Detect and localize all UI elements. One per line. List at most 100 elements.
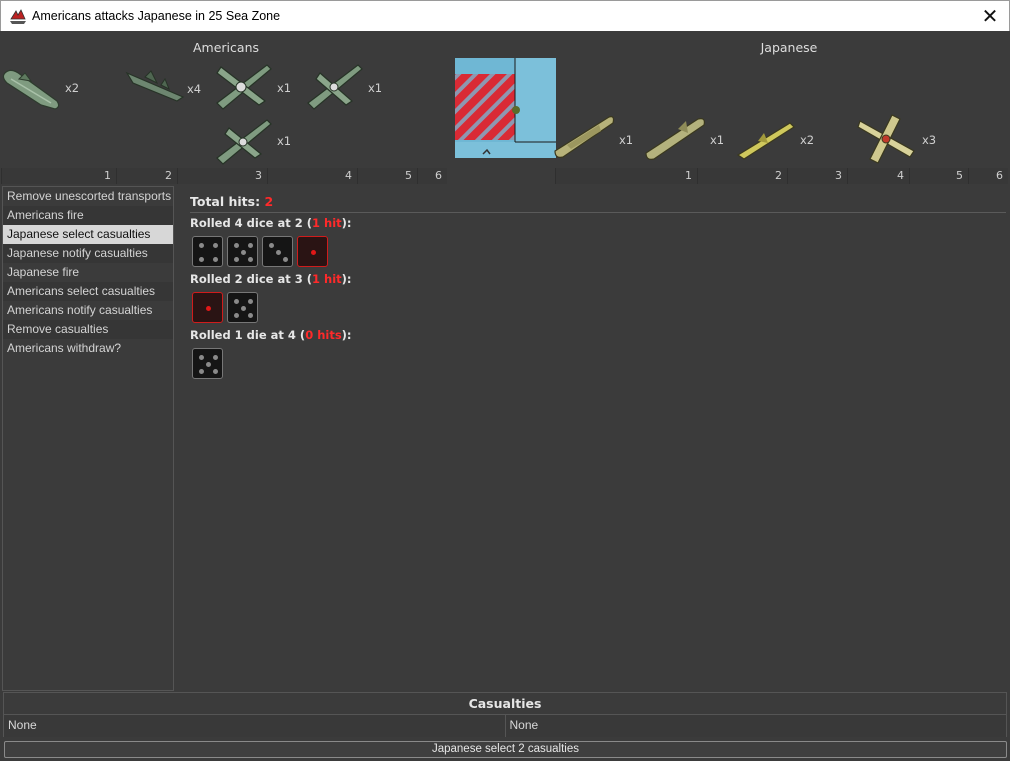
die-face-4 <box>192 236 223 267</box>
die-pip <box>199 243 205 249</box>
die-pip <box>247 243 253 249</box>
step-americans-withdraw[interactable]: Americans withdraw? <box>3 339 173 358</box>
divider <box>190 212 1006 213</box>
battle-steps-list[interactable]: Remove unescorted transports Americans f… <box>2 186 174 691</box>
die-pip <box>247 256 253 262</box>
die-pip <box>212 355 218 361</box>
step-remove-unescorted-transports[interactable]: Remove unescorted transports <box>3 187 173 206</box>
defender-unit-0: x1 <box>553 111 638 165</box>
roll-title: Rolled 4 dice at 2 (1 hit): <box>190 216 352 230</box>
app-icon <box>10 9 26 24</box>
ruler-cell: 6 <box>417 168 447 184</box>
ruler-cell: 5 <box>909 168 968 184</box>
dice-results-panel: Total hits: 2 Rolled 4 dice at 2 (1 hit)… <box>186 194 1006 394</box>
step-americans-fire[interactable]: Americans fire <box>3 206 173 225</box>
dice-row <box>192 236 328 267</box>
die-pip <box>234 312 240 318</box>
close-icon[interactable]: ✕ <box>975 2 1005 31</box>
die-face-1 <box>192 292 223 323</box>
die-pip <box>199 256 205 262</box>
attacker-unit-1: x4 <box>125 63 207 113</box>
unit-count: x2 <box>65 81 80 95</box>
unit-count: x2 <box>800 133 815 147</box>
ruler-cell: 2 <box>697 168 787 184</box>
ruler-cell: 5 <box>357 168 417 184</box>
die-pip <box>234 243 240 249</box>
die-pip <box>212 243 218 249</box>
window-title: Americans attacks Japanese in 25 Sea Zon… <box>32 9 281 23</box>
dice-row <box>192 292 258 323</box>
attacker-unit-0: x2 <box>1 57 81 117</box>
step-japanese-notify-casualties[interactable]: Japanese notify casualties <box>3 244 173 263</box>
destroyer-icon <box>125 70 185 102</box>
unit-count: x3 <box>922 133 937 147</box>
attacker-unit-3: x1 <box>304 59 386 117</box>
step-americans-notify-casualties[interactable]: Americans notify casualties <box>3 301 173 320</box>
die-pip <box>234 256 240 262</box>
die-face-5 <box>227 292 258 323</box>
bomber-icon <box>216 64 272 110</box>
total-hits-label: Total hits: <box>190 194 261 209</box>
die-pip <box>247 312 253 318</box>
step-remove-casualties[interactable]: Remove casualties <box>3 320 173 339</box>
roll-title: Rolled 2 dice at 3 (1 hit): <box>190 272 352 286</box>
die-pip <box>199 355 205 361</box>
die-pip <box>241 250 246 255</box>
die-pip <box>276 250 281 255</box>
defender-dice-ruler: 1 2 3 4 5 6 <box>555 168 1008 184</box>
die-pip <box>269 243 275 249</box>
title-bar: Americans attacks Japanese in 25 Sea Zon… <box>0 0 1010 31</box>
defender-unit-3: x3 <box>856 111 941 167</box>
select-casualties-button[interactable]: Japanese select 2 casualties <box>4 741 1007 758</box>
die-pip <box>241 306 246 311</box>
ruler-cell: 4 <box>847 168 909 184</box>
fighter-icon <box>857 114 915 164</box>
transport-icon <box>554 116 615 158</box>
attacker-unit-2: x1 <box>211 57 296 117</box>
defender-label: Japanese <box>760 40 818 55</box>
total-hits: Total hits: 2 <box>186 194 1006 212</box>
defender-unit-2: x2 <box>736 119 821 165</box>
die-pip <box>206 306 211 311</box>
defender-unit-1: x1 <box>644 111 729 165</box>
ruler-cell: 3 <box>787 168 847 184</box>
unit-count: x1 <box>710 133 725 147</box>
die-pip <box>212 368 218 374</box>
step-americans-select-casualties[interactable]: Americans select casualties <box>3 282 173 301</box>
ruler-cell: 4 <box>267 168 357 184</box>
attacker-dice-ruler: 1 2 3 4 5 6 <box>1 168 447 184</box>
roll-title: Rolled 1 die at 4 (0 hits): <box>190 328 352 342</box>
ruler-cell: 6 <box>968 168 1008 184</box>
die-pip <box>247 299 253 305</box>
fighter-icon <box>307 64 363 110</box>
destroyer-icon <box>736 122 795 160</box>
die-pip <box>282 256 288 262</box>
step-japanese-select-casualties[interactable]: Japanese select casualties <box>3 225 173 244</box>
die-pip <box>212 256 218 262</box>
submarine-icon <box>2 69 60 110</box>
casualties-panel: Casualties None None <box>3 692 1007 737</box>
unit-count: x1 <box>277 81 292 95</box>
attacker-unit-4: x1 <box>213 114 298 168</box>
attacker-label: Americans <box>193 40 259 55</box>
dice-row <box>192 348 223 379</box>
die-face-5 <box>227 236 258 267</box>
submarine-icon <box>645 118 705 160</box>
sea-zone-territory-icon <box>455 58 556 158</box>
die-face-5 <box>192 348 223 379</box>
defender-casualties: None <box>505 715 1006 737</box>
die-pip <box>206 362 211 367</box>
unit-count: x4 <box>187 82 202 96</box>
battle-units-panel: Americans Japanese x2 x4 x1 x1 x1 x1 x1 … <box>1 31 1009 184</box>
die-pip <box>311 250 316 255</box>
die-face-3 <box>262 236 293 267</box>
die-pip <box>234 299 240 305</box>
die-face-1 <box>297 236 328 267</box>
ruler-cell: 1 <box>555 168 697 184</box>
ruler-cell: 2 <box>116 168 177 184</box>
fighter-icon <box>216 119 272 165</box>
casualties-header: Casualties <box>4 693 1006 715</box>
ruler-cell: 1 <box>1 168 116 184</box>
step-japanese-fire[interactable]: Japanese fire <box>3 263 173 282</box>
unit-count: x1 <box>368 81 383 95</box>
